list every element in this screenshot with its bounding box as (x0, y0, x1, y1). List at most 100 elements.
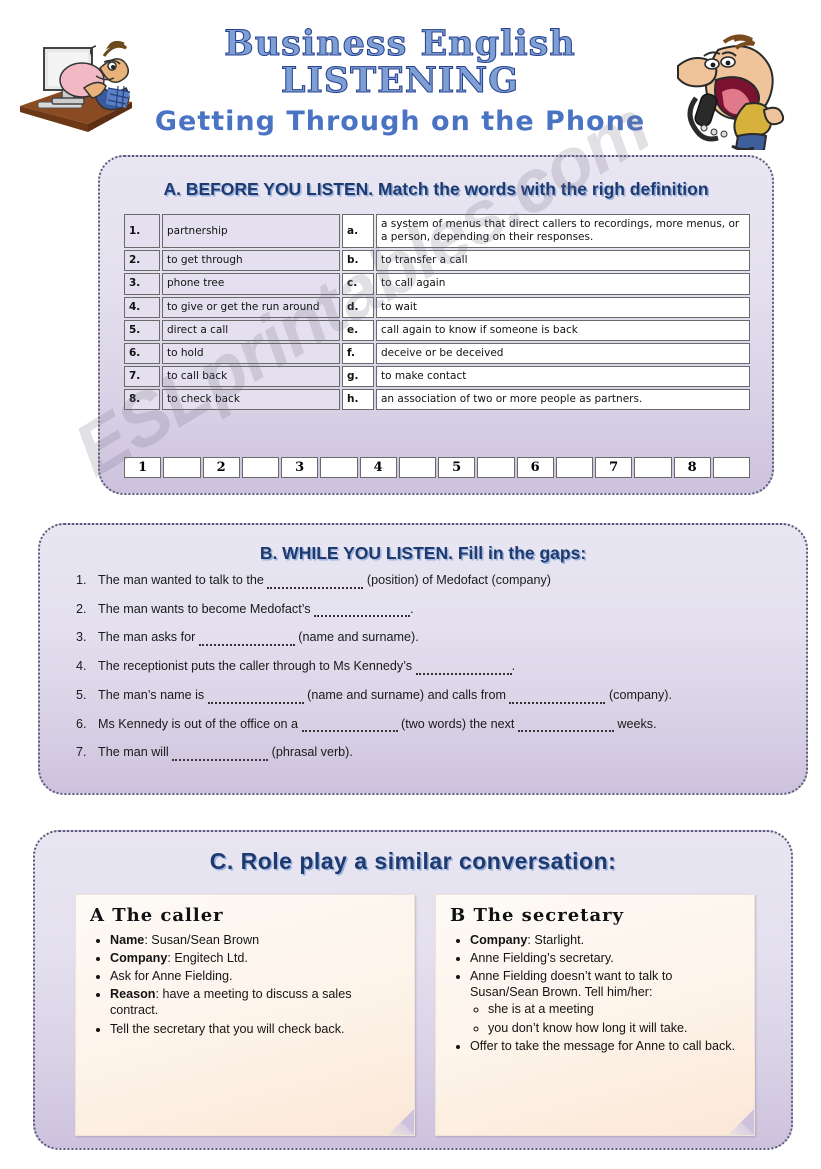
answer-blank[interactable] (320, 457, 358, 478)
answer-row: 1 2 3 4 5 6 7 8 (124, 457, 750, 478)
list-item: 3. The man asks for (name and surname). (76, 630, 776, 647)
item-pre: The man’s name is (98, 687, 208, 702)
bullet-label: Name (110, 933, 145, 947)
definition-letter: e. (342, 319, 374, 341)
item-number: 4. (76, 659, 87, 674)
item-post: . (410, 601, 414, 616)
item-pre: The man will (98, 745, 173, 760)
sub-bullet-list: she is at a meeting you don’t know how l… (470, 1001, 742, 1035)
bullet-label: Reason (110, 987, 156, 1002)
answer-gap[interactable] (172, 747, 269, 762)
item-post: . (511, 659, 516, 674)
bullet-text: : Engitech Ltd. (167, 951, 248, 966)
word-text: phone tree (162, 273, 340, 295)
sub-bullet-text: she is at a meeting (488, 1002, 594, 1017)
list-item: 4. The receptionist puts the caller thro… (76, 659, 776, 675)
item-number: 5. (76, 687, 87, 702)
answer-blank[interactable] (477, 457, 515, 478)
item-post: (name and surname) and calls from (303, 687, 510, 702)
section-a-heading: A. BEFORE YOU LISTEN. Match the words wi… (163, 179, 709, 199)
section-b-heading: B. WHILE YOU LISTEN. Fill in the gaps: (259, 543, 587, 563)
word-text: to hold (162, 342, 340, 364)
bullet-text: Ask for Anne Fielding. (110, 969, 233, 984)
bullet-text: Anne Fielding’s secretary. (470, 951, 614, 966)
answer-number: 1 (124, 457, 162, 478)
item-post-2: (company). (605, 687, 672, 702)
section-c-panel: C. Role play a similar conversation: A T… (33, 830, 793, 1150)
definition-text: a system of menus that direct callers to… (376, 214, 750, 249)
definition-letter: c. (342, 273, 374, 295)
shouting-man-with-telephone-icon (677, 34, 785, 150)
item-text: The man’s name is (name and surname) and… (98, 688, 776, 704)
section-a-panel: A. BEFORE YOU LISTEN. Match the words wi… (98, 155, 774, 495)
word-text: partnership (162, 214, 340, 249)
page-header: Business English LISTENING Getting Throu… (0, 18, 821, 150)
page-curl-icon (388, 1109, 414, 1135)
answer-blank[interactable] (398, 457, 436, 478)
answer-blank[interactable] (712, 457, 750, 478)
definition-letter: g. (342, 365, 374, 387)
item-text: The man wanted to talk to the (position)… (98, 573, 776, 589)
role-card-secretary: B The secretary Company: Starlight. Anne… (435, 894, 755, 1136)
bullet-text: : Starlight. (527, 933, 585, 947)
definition-text: call again to know if someone is back (376, 319, 750, 341)
answer-gap[interactable] (517, 718, 614, 733)
answer-blank[interactable] (634, 457, 672, 478)
page-curl-icon (728, 1109, 754, 1135)
answer-number: 4 (359, 457, 397, 478)
list-item: Offer to take the message for Anne to ca… (470, 1038, 742, 1054)
definition-letter: d. (342, 296, 374, 318)
bullet-text: : Susan/Sean Brown (144, 933, 260, 947)
item-text: Ms Kennedy is out of the office on a (tw… (98, 717, 776, 733)
table-row: 7. to call back g. to make contact (124, 365, 750, 387)
item-post: (phrasal verb). (268, 745, 353, 760)
answer-gap[interactable] (509, 690, 606, 704)
list-item: Anne Fielding doesn’t want to talk to Su… (470, 968, 742, 1035)
definition-letter: a. (342, 214, 374, 249)
card-title: A The caller (90, 905, 224, 926)
answer-number: 7 (595, 457, 633, 478)
answer-blank[interactable] (163, 457, 201, 478)
answer-gap[interactable] (314, 603, 411, 618)
answer-gap[interactable] (415, 661, 512, 675)
list-item: Name: Susan/Sean Brown (110, 932, 402, 948)
answer-gap[interactable] (207, 690, 304, 704)
page-title: Business English LISTENING (224, 23, 576, 101)
answer-number: 3 (281, 457, 319, 478)
list-item: you don’t know how long it will take. (488, 1020, 742, 1036)
bullet-text: Anne Fielding doesn’t want to talk to Su… (470, 969, 673, 1000)
matching-table: 1. partnership a. a system of menus that… (122, 212, 752, 412)
item-pre: The man asks for (98, 630, 199, 645)
word-number: 5. (124, 319, 160, 341)
answer-gap[interactable] (267, 575, 364, 589)
list-item: Anne Fielding’s secretary. (470, 950, 742, 966)
list-item: 6. Ms Kennedy is out of the office on a … (76, 717, 776, 733)
item-text: The man will (phrasal verb). (98, 745, 776, 762)
item-pre: The man wants to become Medofact’s (98, 601, 315, 616)
table-row: 6. to hold f. deceive or be deceived (124, 342, 750, 364)
card-title: B The secretary (450, 905, 625, 926)
answer-blank[interactable] (241, 457, 279, 478)
answer-number: 6 (516, 457, 554, 478)
answer-gap[interactable] (198, 632, 295, 647)
answer-gap[interactable] (301, 718, 398, 733)
sub-bullet-text: you don’t know how long it will take. (488, 1020, 688, 1035)
item-number: 1. (76, 573, 87, 587)
word-number: 7. (124, 365, 160, 387)
item-post-2: weeks. (613, 716, 657, 731)
table-row: 8. to check back h. an association of tw… (124, 389, 750, 411)
answer-blank[interactable] (555, 457, 593, 478)
item-number: 7. (76, 745, 87, 760)
secretary-bullet-list: Company: Starlight. Anne Fielding’s secr… (448, 932, 742, 1054)
definition-text: to call again (376, 273, 750, 295)
answer-strip: 1 2 3 4 5 6 7 8 (122, 455, 752, 480)
answer-number: 8 (673, 457, 711, 478)
definition-text: to make contact (376, 365, 750, 387)
word-text: direct a call (162, 319, 340, 341)
bullet-label: Company (470, 933, 528, 947)
definition-text: deceive or be deceived (376, 342, 750, 364)
word-number: 1. (124, 214, 160, 249)
list-item: she is at a meeting (488, 1001, 742, 1017)
word-number: 3. (124, 273, 160, 295)
word-number: 6. (124, 342, 160, 364)
